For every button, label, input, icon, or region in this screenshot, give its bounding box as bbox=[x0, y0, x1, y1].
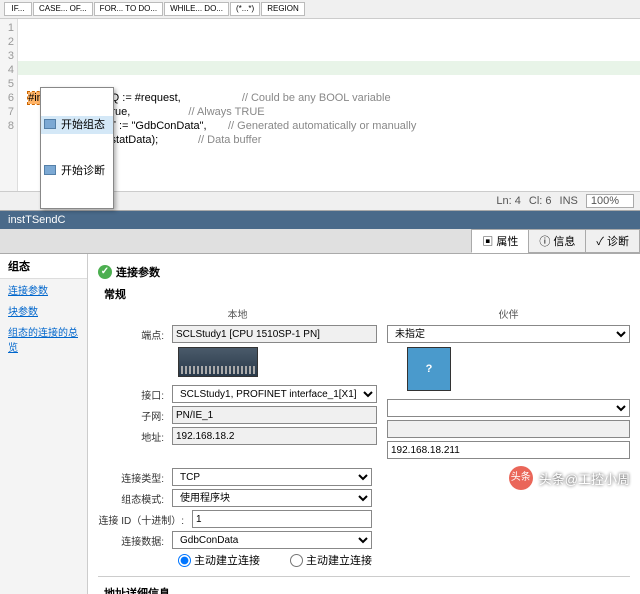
partner-iface-select[interactable] bbox=[387, 399, 630, 417]
status-col: Cl: 6 bbox=[529, 195, 552, 207]
tab-while[interactable]: WHILE... DO... bbox=[164, 2, 229, 16]
tab-diagnostics[interactable]: ✓ 诊断 bbox=[585, 229, 640, 253]
label-endpoint: 端点: bbox=[98, 327, 168, 342]
label-subnet: 子网: bbox=[98, 408, 168, 423]
partner-device-image: ? bbox=[407, 347, 451, 391]
label-connid: 连接 ID（十进制）: bbox=[98, 512, 188, 527]
label-conndata: 连接数据: bbox=[98, 533, 168, 548]
partner-select[interactable]: 未指定 bbox=[387, 325, 630, 343]
property-tabs: ▣ 属性 ⓘ 信息 ✓ 诊断 bbox=[0, 229, 640, 254]
radio-active-local[interactable]: 主动建立连接 bbox=[178, 552, 260, 568]
label-connmode: 组态模式: bbox=[98, 491, 168, 506]
content-panel: ✓连接参数 常规 本地 端点: 接口: SCLStudy1, PROFINET i… bbox=[88, 254, 640, 594]
config-icon bbox=[44, 119, 56, 129]
subnet-input[interactable] bbox=[172, 406, 377, 424]
tab-for[interactable]: FOR... TO DO... bbox=[94, 2, 164, 16]
status-line: Ln: 4 bbox=[496, 195, 520, 207]
sidebar-conn-params[interactable]: 连接参数 bbox=[0, 279, 87, 300]
ctx-start-diag[interactable]: 开始诊断 bbox=[41, 162, 113, 180]
status-ins: INS bbox=[560, 195, 578, 207]
snippet-tabs: IF... CASE... OF... FOR... TO DO... WHIL… bbox=[0, 0, 640, 19]
diag-icon bbox=[44, 165, 56, 175]
code-editor[interactable]: 12345678 #statData := 'Hello, World'; //… bbox=[0, 19, 640, 191]
tab-case[interactable]: CASE... OF... bbox=[33, 2, 93, 16]
sidebar-tab-config[interactable]: 组态 bbox=[0, 254, 87, 279]
endpoint-input[interactable] bbox=[172, 325, 377, 343]
address-input[interactable] bbox=[172, 427, 377, 445]
subsection-general: 常规 bbox=[104, 286, 630, 302]
local-device-image bbox=[178, 347, 258, 377]
tab-if[interactable]: IF... bbox=[4, 2, 32, 16]
label-conntype: 连接类型: bbox=[98, 470, 168, 485]
tab-info[interactable]: ⓘ 信息 bbox=[528, 229, 586, 253]
label-address: 地址: bbox=[98, 429, 168, 444]
ctx-start-config[interactable]: 开始组态 bbox=[41, 116, 113, 134]
tab-properties[interactable]: ▣ 属性 bbox=[471, 229, 529, 253]
watermark: 头条 头条@工控小周 bbox=[509, 466, 630, 490]
check-icon: ✓ bbox=[98, 265, 112, 279]
partner-address-input[interactable] bbox=[387, 441, 630, 459]
sidebar-conn-overview[interactable]: 组态的连接的总览 bbox=[0, 321, 87, 357]
label-interface: 接口: bbox=[98, 387, 168, 402]
radio-active-partner[interactable]: 主动建立连接 bbox=[290, 552, 372, 568]
partner-subnet-input[interactable] bbox=[387, 420, 630, 438]
col-header-local: 本地 bbox=[98, 306, 377, 321]
sidebar-block-params[interactable]: 块参数 bbox=[0, 300, 87, 321]
line-highlight bbox=[18, 61, 640, 75]
tab-region[interactable]: REGION bbox=[261, 2, 305, 16]
panel-title: instTSendC bbox=[0, 211, 640, 229]
connid-input[interactable] bbox=[192, 510, 372, 528]
connmode-select[interactable]: 使用程序块 bbox=[172, 489, 372, 507]
watermark-text: 头条@工控小周 bbox=[539, 469, 630, 488]
tab-comment[interactable]: (*...*) bbox=[230, 2, 260, 16]
context-menu: 开始组态 开始诊断 bbox=[40, 87, 114, 209]
col-header-partner: 伙伴 bbox=[387, 306, 630, 321]
conntype-select[interactable]: TCP bbox=[172, 468, 372, 486]
zoom-select[interactable]: 100% bbox=[586, 194, 634, 208]
line-gutter: 12345678 bbox=[0, 19, 18, 191]
conndata-select[interactable]: GdbConData bbox=[172, 531, 372, 549]
watermark-icon: 头条 bbox=[509, 466, 533, 490]
subsection-addr-detail: 地址详细信息 bbox=[104, 585, 630, 594]
section-conn-params: ✓连接参数 bbox=[98, 264, 630, 280]
sidebar: 组态 连接参数 块参数 组态的连接的总览 bbox=[0, 254, 88, 594]
interface-select[interactable]: SCLStudy1, PROFINET interface_1[X1] bbox=[172, 385, 377, 403]
